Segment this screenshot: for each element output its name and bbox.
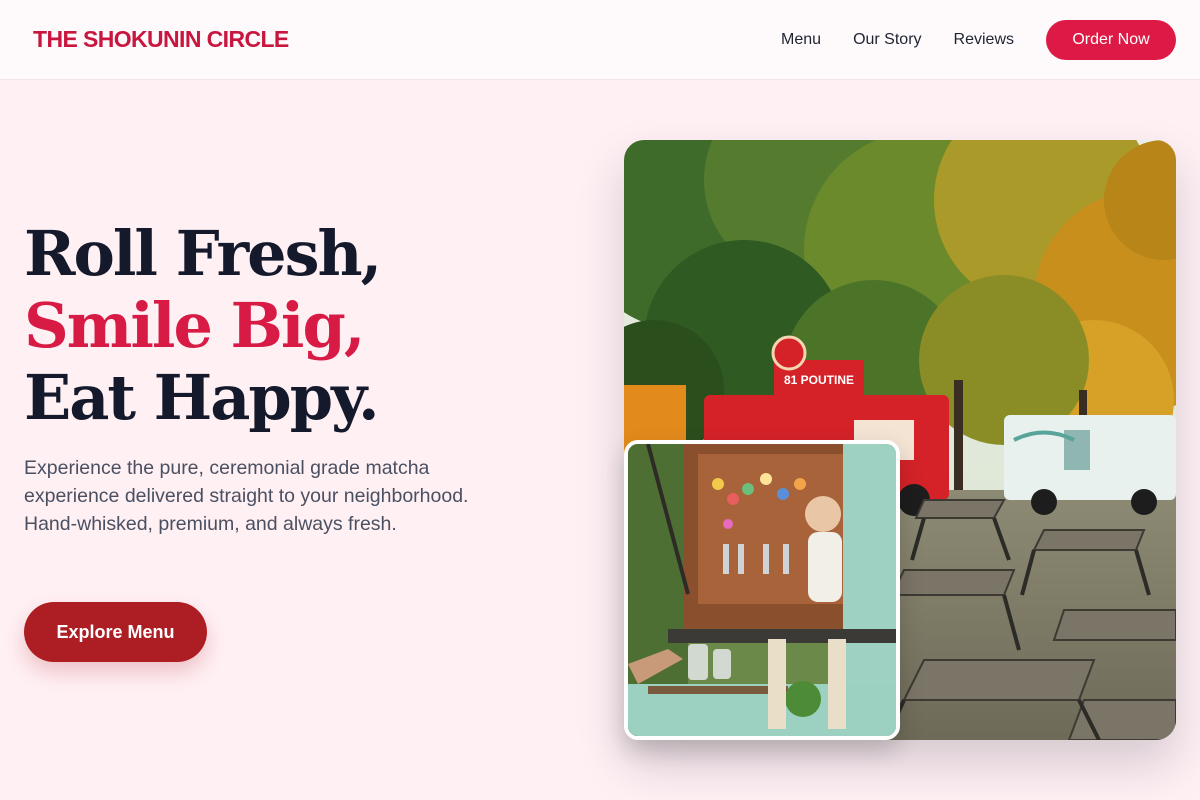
hero-headline: Roll Fresh, Smile Big, Eat Happy. (24, 218, 504, 434)
nav-links: Menu Our Story Reviews Order Now (781, 19, 1176, 60)
headline-line-2: Smile Big, (24, 289, 365, 362)
nav-link-reviews[interactable]: Reviews (954, 31, 1014, 49)
food-truck-window-illustration (628, 444, 896, 736)
top-navbar: THE SHOKUNIN CIRCLE Menu Our Story Revie… (0, 0, 1200, 80)
hero-description: Experience the pure, ceremonial grade ma… (24, 457, 469, 535)
nav-link-menu[interactable]: Menu (781, 31, 821, 49)
truck-sign: 81 POUTINE (784, 373, 854, 387)
food-truck-window-photo (624, 440, 900, 740)
brand-logo[interactable]: THE SHOKUNIN CIRCLE (33, 26, 289, 53)
nav-link-our-story[interactable]: Our Story (853, 31, 921, 49)
hero-section: Roll Fresh, Smile Big, Eat Happy. Experi… (24, 218, 504, 538)
order-now-button[interactable]: Order Now (1046, 19, 1176, 60)
headline-line-3: Eat Happy. (24, 361, 380, 434)
headline-line-1: Roll Fresh, (24, 217, 382, 290)
explore-menu-button[interactable]: Explore Menu (24, 602, 207, 662)
